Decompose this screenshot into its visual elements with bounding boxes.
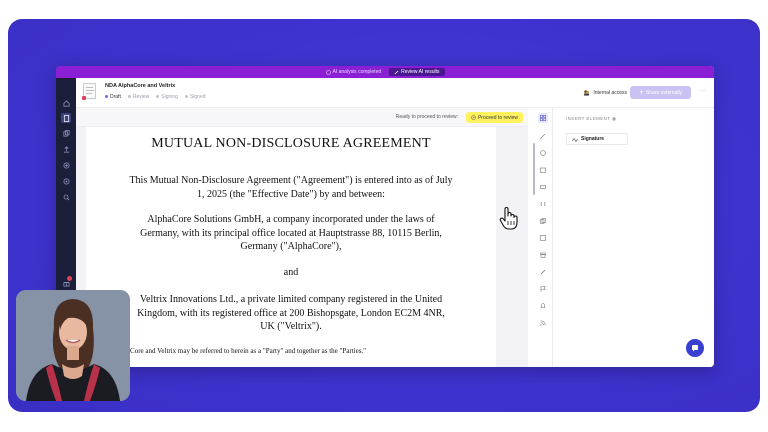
share-icon: [639, 90, 643, 95]
copy-icon[interactable]: [61, 128, 71, 138]
more-options-icon[interactable]: ···: [700, 88, 706, 94]
checkbox-icon[interactable]: [538, 233, 548, 243]
notification-dot: [67, 276, 72, 281]
document-heading: MUTUAL NON-DISCLOSURE AGREEMENT: [151, 136, 431, 151]
workflow-steps: Draft Review Signing Signed: [105, 94, 206, 100]
chat-icon: [692, 345, 698, 352]
calendar-icon[interactable]: [538, 165, 548, 175]
insert-element-title: INSERT ELEMENT: [566, 116, 617, 121]
magic-wand-icon: [394, 70, 399, 74]
step-signed[interactable]: Signed: [184, 94, 206, 100]
step-review[interactable]: Review: [127, 94, 149, 100]
help-icon[interactable]: [612, 116, 617, 121]
presenter-webcam: [16, 290, 130, 401]
ai-status: AI analysis completed: [325, 69, 382, 75]
document-thumbnail[interactable]: [82, 83, 96, 100]
share-externally-label: Share externally: [645, 89, 683, 96]
hand-cursor-icon: [499, 207, 518, 230]
party-alphacore-paragraph: AlphaCore Solutions GmbH, a company inco…: [140, 214, 442, 252]
documents-icon[interactable]: [61, 113, 71, 123]
proceed-to-review-button[interactable]: Proceed to review: [465, 112, 523, 123]
add-icon[interactable]: [61, 160, 71, 170]
ai-status-bar: AI analysis completed Review AI results: [56, 66, 714, 78]
signature-element[interactable]: Signature: [566, 133, 628, 145]
settings-icon[interactable]: [61, 176, 71, 186]
element-toolstrip: [534, 108, 553, 367]
variable-icon[interactable]: [538, 199, 548, 209]
home-icon[interactable]: [61, 98, 71, 108]
chat-support-button[interactable]: [686, 339, 704, 357]
upload-icon[interactable]: [61, 144, 71, 154]
text-field-icon[interactable]: [538, 182, 548, 192]
signature-label: Signature: [581, 136, 605, 142]
app-window: AI analysis completed Review AI results …: [56, 66, 714, 367]
party-veltrix-paragraph: Veltrix Innovations Ltd., a private limi…: [137, 294, 445, 332]
step-signing[interactable]: Signing: [156, 94, 178, 100]
info-icon[interactable]: [538, 148, 548, 158]
signature-pen-icon[interactable]: [538, 131, 548, 141]
presenter-avatar: [16, 290, 130, 401]
step-draft[interactable]: Draft: [105, 94, 121, 100]
arrow-circle-icon: [471, 115, 476, 120]
proceed-to-review-label: Proceed to review: [477, 114, 518, 121]
review-ready-text: Ready to proceed to review:: [395, 114, 458, 120]
document-scrollbar[interactable]: [533, 143, 535, 195]
document-canvas: MUTUAL NON-DISCLOSURE AGREEMENT This Mut…: [76, 127, 528, 367]
link-icon[interactable]: [538, 267, 548, 277]
grid-icon[interactable]: [538, 113, 548, 123]
bell-icon[interactable]: [538, 301, 548, 311]
parties-definition: Each of AlphaCore and Veltrix may be ref…: [90, 347, 367, 355]
review-bar: Ready to proceed to review: Proceed to r…: [76, 108, 528, 127]
and-text: and: [283, 267, 299, 278]
intro-paragraph: This Mutual Non-Disclosure Agreement ("A…: [129, 175, 453, 200]
review-ai-results-button[interactable]: Review AI results: [389, 68, 445, 76]
duplicate-icon[interactable]: [538, 216, 548, 226]
share-externally-button[interactable]: Share externally: [630, 86, 691, 99]
search-icon[interactable]: [61, 192, 71, 202]
flag-icon[interactable]: [538, 284, 548, 294]
insert-element-panel: INSERT ELEMENT Signature: [553, 108, 714, 367]
check-circle-icon: [325, 69, 331, 75]
signature-icon: [572, 137, 578, 142]
archive-icon[interactable]: [538, 250, 548, 260]
people-icon: [584, 90, 590, 96]
rss-icon[interactable]: [538, 318, 548, 328]
document-header: NDA AlphaCore and Veltrix Draft Review S…: [76, 78, 714, 108]
review-ai-results-label: Review AI results: [401, 69, 440, 75]
document-page: MUTUAL NON-DISCLOSURE AGREEMENT This Mut…: [86, 127, 496, 367]
internal-access-label: Internal access: [593, 89, 627, 96]
internal-access-toggle[interactable]: Internal access: [583, 89, 627, 96]
document-title[interactable]: NDA AlphaCore and Veltrix: [105, 83, 175, 89]
ai-status-text: AI analysis completed: [332, 69, 382, 75]
